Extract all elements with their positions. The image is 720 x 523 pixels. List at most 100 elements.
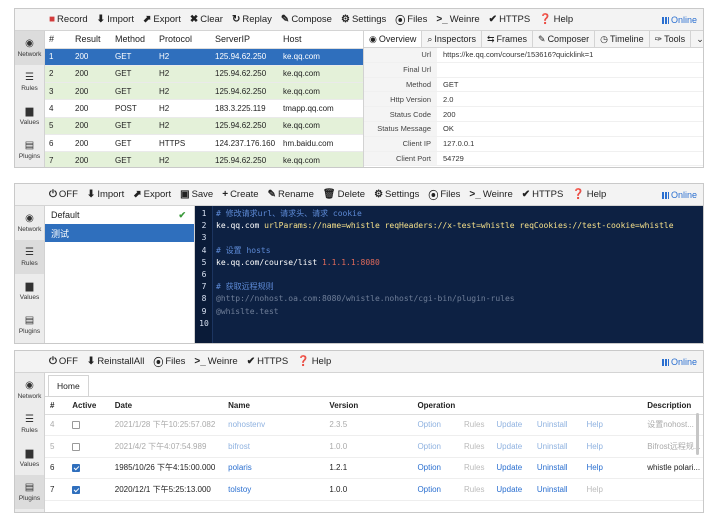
rules-item-default[interactable]: Default ✔ (45, 206, 194, 224)
export-button[interactable]: ⬈ Export (143, 14, 181, 25)
update-link[interactable]: Update (491, 457, 532, 479)
uninstall-link[interactable]: Uninstall (531, 457, 582, 479)
side-item-plugins[interactable]: ▤ Plugins (15, 308, 44, 342)
request-row[interactable]: 6 200 GET HTTPS 124.237.176.160 hm.baidu.com (45, 134, 363, 153)
help-link[interactable]: Help (581, 435, 643, 458)
off-toggle[interactable]: ⏻ OFF (49, 356, 78, 367)
side-item-network[interactable]: ◉ Network (15, 31, 44, 65)
tab-overview[interactable]: ◉ Overview (364, 31, 423, 47)
tab-composer[interactable]: ✎ Composer (533, 31, 596, 47)
tab-tools[interactable]: ✑ Tools (650, 31, 692, 47)
tab-timeline[interactable]: ◷ Timeline (595, 31, 650, 47)
weinre-button[interactable]: >_ Weinre (469, 189, 512, 200)
request-row[interactable]: 5 200 GET H2 125.94.62.250 ke.qq.com (45, 117, 363, 135)
rename-button[interactable]: ✎ Rename (268, 189, 314, 200)
column-header[interactable]: Result (71, 31, 111, 49)
help-button[interactable]: ❓ Help (539, 14, 573, 25)
help-link[interactable]: Help (581, 478, 643, 501)
column-header[interactable]: # (45, 31, 71, 49)
files-button[interactable]: ⦿ Files (395, 12, 427, 27)
reinstall-all-button[interactable]: ⬇ ReinstallAll (87, 356, 144, 367)
online-status[interactable]: Online (661, 190, 697, 200)
option-link[interactable]: Option (412, 414, 459, 436)
settings-button[interactable]: ⚙ Settings (374, 189, 419, 200)
active-checkbox[interactable] (72, 464, 81, 473)
uninstall-link[interactable]: Uninstall (531, 414, 582, 436)
request-row[interactable]: 4 200 POST H2 183.3.225.119 tmapp.qq.com (45, 99, 363, 118)
side-item-plugins[interactable]: ▤ Plugins (15, 133, 44, 167)
side-item-rules[interactable]: ☰ Rules (15, 240, 44, 274)
rules-editor[interactable]: 1 # 修改请求url、请求头、请求 cookie 2 ke.qq.com urlPa… (195, 206, 703, 343)
replay-button[interactable]: ↻ Replay (232, 14, 272, 25)
update-link[interactable]: Update (491, 478, 532, 501)
online-status[interactable]: Online (661, 357, 697, 367)
plugin-name-link[interactable]: tolstoy (223, 478, 325, 501)
rules-link[interactable]: Rules (459, 478, 492, 501)
scrollbar[interactable] (696, 413, 699, 455)
tab-frames[interactable]: ⇆ Frames (482, 31, 534, 47)
active-checkbox[interactable] (72, 485, 81, 494)
files-button[interactable]: ⦿ Files (153, 354, 185, 369)
settings-button[interactable]: ⚙ Settings (341, 14, 386, 25)
side-item-values[interactable]: ▆ Values (15, 274, 44, 308)
tab-home[interactable]: Home (48, 375, 89, 396)
help-button[interactable]: ❓ Help (572, 189, 606, 200)
plugin-name-link[interactable]: bifrost (223, 435, 325, 458)
create-button[interactable]: + Create (222, 189, 258, 200)
https-button[interactable]: ✔ HTTPS (489, 14, 531, 25)
update-link[interactable]: Update (491, 435, 532, 458)
help-link[interactable]: Help (581, 414, 643, 436)
side-item-values[interactable]: ▆ Values (15, 99, 44, 133)
active-checkbox[interactable] (72, 421, 81, 430)
clear-button[interactable]: ✖ Clear (190, 14, 223, 25)
column-header[interactable]: ServerIP (211, 31, 279, 49)
import-button[interactable]: ⬇ Import (87, 189, 124, 200)
weinre-button[interactable]: >_ Weinre (436, 14, 479, 25)
save-button[interactable]: ▣ Save (180, 189, 213, 200)
column-header[interactable]: Host (279, 31, 363, 49)
side-item-network[interactable]: ◉ Network (15, 206, 44, 240)
request-row[interactable]: 3 200 GET H2 125.94.62.250 ke.qq.com (45, 82, 363, 101)
request-row[interactable]: 2 200 GET H2 125.94.62.250 ke.qq.com (45, 65, 363, 84)
help-button[interactable]: ❓ Help (297, 356, 331, 367)
option-link[interactable]: Option (412, 457, 459, 479)
tabs-more[interactable]: ⌄ (691, 31, 703, 47)
import-button[interactable]: ⬇ Import (97, 14, 134, 25)
weinre-button[interactable]: >_ Weinre (194, 356, 237, 367)
files-button[interactable]: ⦿ Files (428, 187, 460, 202)
side-item-rules[interactable]: ☰ Rules (15, 407, 44, 441)
online-status[interactable]: Online (661, 15, 697, 25)
rules-link[interactable]: Rules (459, 414, 492, 436)
code-text: @whislte.test (213, 307, 279, 316)
side-item-values[interactable]: ▆ Values (15, 441, 44, 475)
request-row[interactable]: 7 200 GET H2 125.94.62.250 ke.qq.com (45, 151, 363, 167)
plugin-name-link[interactable]: polaris (223, 457, 325, 479)
side-nav: ◉ Network ☰ Rules ▆ Values ▤ Plugins (15, 206, 45, 343)
request-row[interactable]: 1 200 GET H2 125.94.62.250 ke.qq.com (45, 48, 363, 66)
option-link[interactable]: Option (412, 435, 459, 458)
column-header[interactable]: Protocol (155, 31, 211, 49)
rules-link[interactable]: Rules (459, 457, 492, 479)
side-item-rules[interactable]: ☰ Rules (15, 65, 44, 99)
compose-button[interactable]: ✎ Compose (281, 14, 332, 25)
side-item-network[interactable]: ◉ Network (15, 373, 44, 407)
https-button[interactable]: ✔ HTTPS (247, 356, 289, 367)
export-button[interactable]: ⬈ Export (133, 189, 171, 200)
update-link[interactable]: Update (491, 414, 532, 436)
tab-inspectors[interactable]: ⌕ Inspectors (422, 31, 482, 47)
off-toggle[interactable]: ⏻ OFF (49, 189, 78, 200)
column-header[interactable]: Method (111, 31, 155, 49)
rules-link[interactable]: Rules (459, 435, 492, 458)
option-link[interactable]: Option (412, 478, 459, 501)
side-item-plugins[interactable]: ▤ Plugins (15, 475, 44, 509)
plugin-name-link[interactable]: nohostenv (223, 414, 325, 436)
plugins-content: Home # Active Date Name Version Operation Desc… (45, 373, 703, 512)
uninstall-link[interactable]: Uninstall (531, 435, 582, 458)
rules-item-test[interactable]: 测试 (45, 224, 194, 242)
record-button[interactable]: ■ Record (49, 14, 88, 25)
help-link[interactable]: Help (581, 457, 643, 479)
uninstall-link[interactable]: Uninstall (531, 478, 582, 501)
https-button[interactable]: ✔ HTTPS (522, 189, 564, 200)
delete-button[interactable]: 🗑 Delete (323, 189, 365, 200)
active-checkbox[interactable] (72, 442, 81, 451)
